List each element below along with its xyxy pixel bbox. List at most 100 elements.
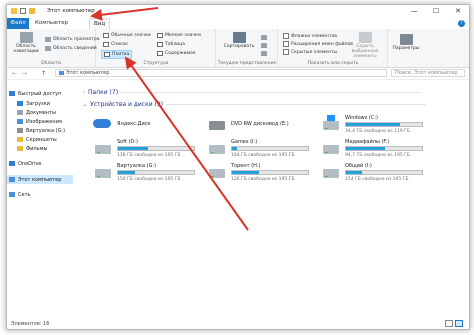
sidebar-item[interactable]: OneDrive [7,159,73,168]
sidebar-item-label: Быстрый доступ [18,90,62,97]
size-columns-button[interactable] [261,51,267,56]
sidebar-item[interactable]: Документы [7,108,81,117]
preview-pane-button[interactable]: Область просмотра [45,37,100,42]
drive-tile[interactable]: Медиафайлы (F:) 94,7 ГБ свободно из 195 Г… [319,137,429,161]
hard-drive-icon [95,169,111,178]
content-area: › Папки (7) ⌄ Устройства и диски (9) Янд… [77,81,465,319]
search-input[interactable]: Поиск: Этот компьютер [391,69,465,77]
show-hide-group: Флажки элементов Расширения имен файлов … [279,29,388,67]
layout-label: Таблица [165,42,185,47]
drive-free-space: 34,4 ГБ свободно из 119 ГБ [345,129,410,134]
drive-usage-fill [346,171,362,174]
layout-content[interactable]: Содержимое [155,50,198,57]
item-checkboxes-toggle[interactable]: Флажки элементов [283,33,337,39]
columns-icon [261,43,267,48]
add-columns-button[interactable] [261,43,267,48]
title-bar: Этот компьютер — ☐ ✕ [7,5,469,18]
tab-file[interactable]: Файл [7,18,29,29]
sidebar-item-label: OneDrive [18,160,42,167]
drive-tile[interactable]: Общий (I:) 154 ГБ свободно из 195 ГБ [319,161,429,185]
sidebar-item[interactable]: Быстрый доступ [7,89,73,98]
drive-name: Windows (C:) [345,115,378,121]
drive-usage-bar [231,170,309,175]
show-hide-group-label: Показать или скрыть [307,61,359,66]
drive-tile[interactable]: Soft (D:) 118 ГБ свободно из 195 ГБ [91,137,201,161]
drive-name: DVD RW дисковод (E:) [231,121,289,127]
folders-section-header[interactable]: › Папки (7) [83,89,422,96]
file-extensions-toggle[interactable]: Расширения имен файлов [283,41,353,47]
tiles-icon [104,52,110,57]
sidebar-item[interactable]: Сеть [7,190,73,199]
checkbox-icon [283,33,289,39]
sidebar-item-label: Документы [26,109,56,116]
tab-computer[interactable]: Компьютер [31,18,72,29]
folder-icon[interactable] [11,8,17,14]
layout-label: Содержимое [165,51,196,56]
dvd-drive-icon [209,121,225,130]
preview-pane-label: Область просмотра [53,37,100,42]
sidebar-item[interactable]: Виртуалка (G:) [7,126,81,135]
current-view-group-label: Текущее представление [217,61,277,66]
checkbox-icon [283,41,289,47]
minimize-button[interactable]: — [403,5,425,18]
layout-small-icons[interactable]: Мелкие значки [155,32,203,39]
drive-usage-fill [346,123,400,126]
details-view-icon[interactable] [445,320,453,327]
group-by-button[interactable] [261,35,267,40]
sort-button[interactable]: Сортировать [221,32,257,49]
devices-section-header[interactable]: ⌄ Устройства и диски (9) [83,101,427,108]
network-icon [9,192,15,197]
drive-usage-bar [117,146,195,151]
sidebar-item[interactable]: Этот компьютер [7,175,73,184]
navigation-pane: Быстрый доступ Загрузки Документы Изображен… [7,81,73,319]
drive-tile[interactable]: Games (I:) 184 ГБ свободно из 195 ГБ [205,137,315,161]
nav-pane-button[interactable]: Область навигации [9,32,43,54]
sidebar-item[interactable]: Фильмы [7,144,81,153]
back-button[interactable]: ← [12,70,17,77]
cloud-icon [9,161,15,166]
layout-list[interactable]: Список [101,41,130,48]
layout-label: Обычные значки [111,33,151,38]
drive-tile[interactable]: DVD RW дисковод (E:) [205,113,315,137]
hard-drive-icon [209,145,225,154]
address-text: Этот компьютер [66,70,110,76]
details-pane-button[interactable]: Область сведений [45,46,97,51]
drive-tile[interactable]: Яндекс.Диск [91,113,201,137]
drive-free-space: 126 ГБ свободно из 195 ГБ [231,177,295,182]
drive-free-space: 118 ГБ свободно из 195 ГБ [117,153,181,158]
hide-selected-icon [358,32,372,43]
tiles-view-icon[interactable] [455,320,463,327]
hide-selected-button[interactable]: Скрыть выбранные элементы [345,32,385,59]
sidebar-item-label: Виртуалка (G:) [26,127,66,134]
sidebar-item[interactable]: Изображения [7,117,81,126]
sidebar-item[interactable]: Загрузки [7,99,81,108]
explorer-window: Этот компьютер — ☐ ✕ Файл Компьютер Вид … [6,4,470,330]
layout-label: Мелкие значки [165,33,201,38]
properties-icon[interactable] [20,8,26,14]
up-button[interactable]: ↑ [41,70,46,77]
hidden-items-toggle[interactable]: Скрытые элементы [283,49,337,55]
maximize-button[interactable]: ☐ [425,5,447,18]
hard-drive-icon [95,145,111,154]
drive-usage-bar [231,146,309,151]
close-button[interactable]: ✕ [447,5,469,18]
content-icon [157,51,163,56]
layout-medium-icons[interactable]: Обычные значки [101,32,153,39]
help-icon[interactable]: ? [458,20,465,27]
address-bar[interactable]: Этот компьютер [55,69,387,77]
drive-tile[interactable]: Виртуалка (G:) 150 ГБ свободно из 195 ГБ [91,161,201,185]
options-button[interactable]: Параметры [391,34,421,51]
sidebar-item-label: Загрузки [26,100,50,107]
details-pane-icon [45,46,51,51]
drive-usage-fill [346,147,385,150]
sidebar-item[interactable]: Скриншоты [7,135,81,144]
drive-tile[interactable]: Торент (H:) 126 ГБ свободно из 195 ГБ [205,161,315,185]
layout-tiles[interactable]: Плитка [101,50,133,59]
forward-button[interactable]: → [22,70,27,77]
drive-tile[interactable]: Windows (C:) 34,4 ГБ свободно из 119 ГБ [319,113,429,137]
quick-access-toolbar [11,8,35,14]
layout-details[interactable]: Таблица [155,41,187,48]
divider [166,104,427,105]
drive-free-space: 150 ГБ свободно из 195 ГБ [117,177,181,182]
new-folder-icon[interactable] [29,8,35,14]
